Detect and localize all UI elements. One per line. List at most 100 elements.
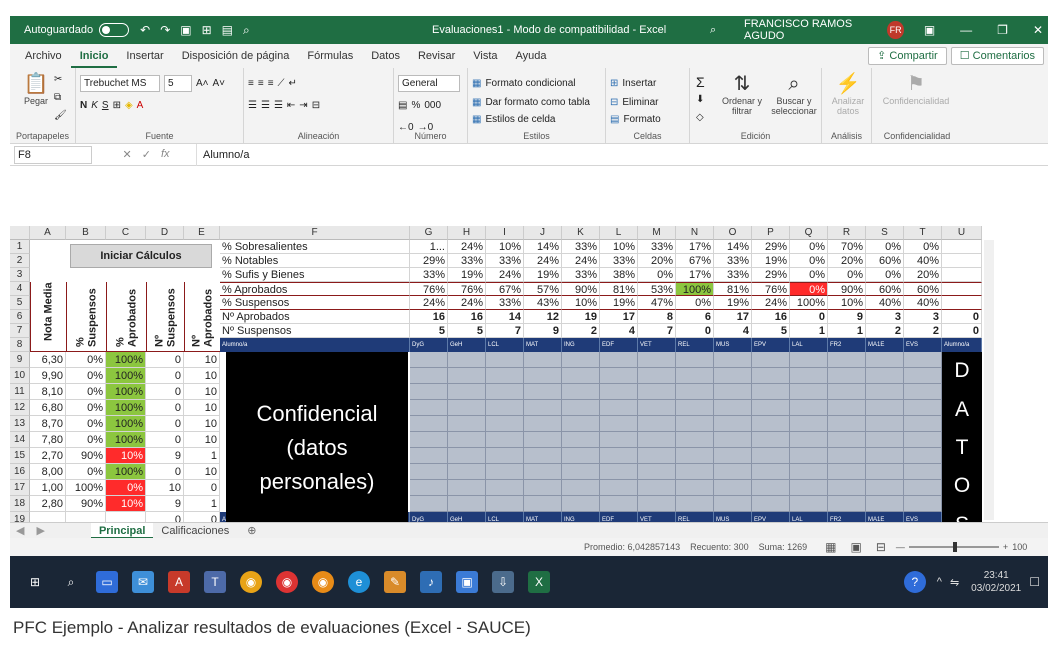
grade-cell[interactable] xyxy=(600,400,638,416)
subject-header[interactable]: LCL xyxy=(486,512,524,522)
stat-value[interactable]: 0% xyxy=(866,268,904,282)
format-cells-button[interactable]: ▤ Formato xyxy=(610,110,685,128)
student-value[interactable]: 90% xyxy=(66,448,106,464)
stat-value[interactable]: 24% xyxy=(448,240,486,254)
stat-value[interactable]: 67% xyxy=(676,254,714,268)
subject-header[interactable]: DyG xyxy=(410,338,448,352)
subject-header[interactable]: MUS xyxy=(714,512,752,522)
student-value[interactable]: 1 xyxy=(184,448,220,464)
sensitivity-button[interactable]: ⚑ Confidencialidad xyxy=(876,72,956,106)
grade-cell[interactable] xyxy=(714,464,752,480)
column-header[interactable]: J xyxy=(524,226,562,240)
subject-header[interactable]: MUS xyxy=(714,338,752,352)
row-header[interactable]: 1 xyxy=(10,240,30,254)
student-value[interactable] xyxy=(106,512,146,522)
app3-icon[interactable]: ▣ xyxy=(456,571,478,593)
subject-header[interactable]: REL xyxy=(676,512,714,522)
fx-icon[interactable]: fx xyxy=(161,148,170,161)
subject-header[interactable]: EVS xyxy=(904,512,942,522)
grade-cell[interactable] xyxy=(904,368,942,384)
stat-value[interactable]: 3 xyxy=(866,310,904,324)
stat-value[interactable]: 20% xyxy=(828,254,866,268)
stat-value[interactable] xyxy=(942,268,982,282)
grade-cell[interactable] xyxy=(714,480,752,496)
stat-value[interactable]: 0% xyxy=(790,254,828,268)
stat-value[interactable] xyxy=(942,296,982,310)
column-header[interactable]: C xyxy=(106,226,146,240)
student-value[interactable]: 100% xyxy=(106,464,146,480)
student-value[interactable]: 0 xyxy=(146,464,184,480)
subject-header[interactable]: FR2 xyxy=(828,338,866,352)
stat-value[interactable]: 0 xyxy=(942,310,982,324)
grade-cell[interactable] xyxy=(714,496,752,512)
currency-icon[interactable]: ▤ xyxy=(398,100,407,111)
subject-header[interactable]: DyG xyxy=(410,512,448,522)
column-header[interactable]: A xyxy=(30,226,66,240)
formula-input[interactable]: Alumno/a xyxy=(196,143,1048,166)
stat-label[interactable]: % Sufis y Bienes xyxy=(220,268,410,282)
stat-value[interactable]: 0 xyxy=(676,324,714,338)
subject-header[interactable]: MA1E xyxy=(866,338,904,352)
merge-icon[interactable]: ⊟ xyxy=(312,100,320,111)
sheet-tab-principal[interactable]: Principal xyxy=(90,522,154,539)
align-top-icon[interactable]: ≡ xyxy=(248,78,254,89)
grade-cell[interactable] xyxy=(562,432,600,448)
stat-value[interactable]: 40% xyxy=(866,296,904,310)
name-box[interactable]: F8 xyxy=(14,145,92,164)
grade-cell[interactable] xyxy=(486,480,524,496)
stat-value[interactable]: 5 xyxy=(752,324,790,338)
grade-cell[interactable] xyxy=(866,496,904,512)
row-header[interactable]: 18 xyxy=(10,496,30,512)
row-header[interactable]: 8 xyxy=(10,338,30,352)
stat-value[interactable]: 12 xyxy=(524,310,562,324)
subject-header[interactable]: MA1E xyxy=(866,512,904,522)
subject-header[interactable]: VET xyxy=(638,512,676,522)
grade-cell[interactable] xyxy=(638,368,676,384)
stat-value[interactable]: 19% xyxy=(448,268,486,282)
grade-cell[interactable] xyxy=(410,416,448,432)
grade-cell[interactable] xyxy=(448,448,486,464)
subject-header[interactable]: LAL xyxy=(790,512,828,522)
stat-value[interactable]: 33% xyxy=(448,254,486,268)
stat-value[interactable] xyxy=(942,282,982,296)
stat-value[interactable]: 10% xyxy=(562,296,600,310)
cell-styles-button[interactable]: ▦ Estilos de celda xyxy=(472,110,601,128)
stat-value[interactable]: 40% xyxy=(904,254,942,268)
grade-cell[interactable] xyxy=(752,384,790,400)
row-header[interactable]: 19 xyxy=(10,512,30,522)
stat-value[interactable]: 14% xyxy=(524,240,562,254)
normal-view-icon[interactable]: ▦ xyxy=(825,540,836,554)
student-value[interactable]: 100% xyxy=(106,368,146,384)
student-value[interactable]: 0 xyxy=(146,368,184,384)
grade-cell[interactable] xyxy=(714,368,752,384)
stat-value[interactable]: 0% xyxy=(638,268,676,282)
stat-value[interactable]: 2 xyxy=(866,324,904,338)
column-header[interactable]: S xyxy=(866,226,904,240)
task-view-icon[interactable]: ▭ xyxy=(96,571,118,593)
stat-value[interactable]: 33% xyxy=(486,296,524,310)
grade-cell[interactable] xyxy=(448,432,486,448)
subject-header[interactable]: EPV xyxy=(752,512,790,522)
grade-cell[interactable] xyxy=(752,480,790,496)
wrap-text-icon[interactable]: ↵ xyxy=(289,78,297,89)
app2-icon[interactable]: ♪ xyxy=(420,571,442,593)
student-value[interactable]: 90% xyxy=(66,496,106,512)
row-header[interactable]: 15 xyxy=(10,448,30,464)
page-layout-icon[interactable]: ▣ xyxy=(851,540,862,554)
download-icon[interactable]: ⇩ xyxy=(492,571,514,593)
stat-value[interactable]: 19% xyxy=(714,296,752,310)
grade-cell[interactable] xyxy=(410,352,448,368)
column-header[interactable]: K xyxy=(562,226,600,240)
add-sheet-icon[interactable]: ⊕ xyxy=(237,524,266,537)
student-value[interactable]: 7,80 xyxy=(30,432,66,448)
row-header[interactable]: 16 xyxy=(10,464,30,480)
stat-value[interactable]: 90% xyxy=(562,282,600,296)
grade-cell[interactable] xyxy=(904,448,942,464)
stat-value[interactable]: 9 xyxy=(524,324,562,338)
stat-value[interactable]: 76% xyxy=(448,282,486,296)
outdent-icon[interactable]: ⇥ xyxy=(299,100,307,111)
student-value[interactable]: 100% xyxy=(106,384,146,400)
edge-icon[interactable]: e xyxy=(348,571,370,593)
start-icon[interactable]: ⊞ xyxy=(24,571,46,593)
column-header[interactable]: L xyxy=(600,226,638,240)
